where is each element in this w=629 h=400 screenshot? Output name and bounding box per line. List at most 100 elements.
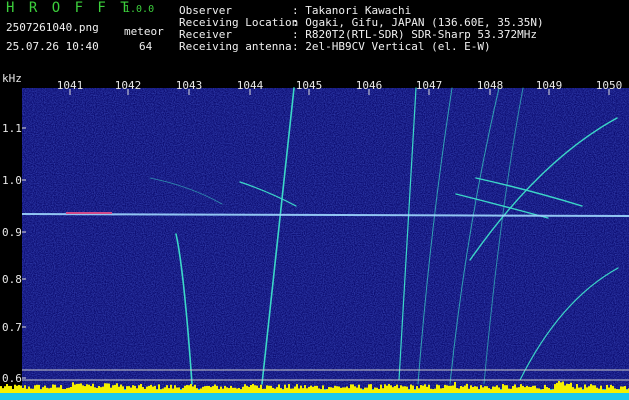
signal-level-bar: [154, 385, 156, 393]
signal-level-bar: [626, 389, 628, 393]
signal-level-bar: [158, 384, 160, 393]
signal-level-bar: [492, 386, 494, 393]
signal-level-bar: [358, 384, 360, 393]
signal-level-bar: [186, 385, 188, 393]
signal-level-bar: [414, 389, 416, 393]
signal-level-bar: [456, 388, 458, 393]
y-axis-unit: kHz: [2, 72, 22, 85]
signal-level-bar: [332, 387, 334, 393]
signal-level-bar: [338, 386, 340, 393]
signal-level-bar: [468, 388, 470, 393]
signal-level-bar: [352, 384, 354, 393]
signal-level-bar: [292, 388, 294, 393]
signal-level-bar: [38, 384, 40, 393]
signal-level-bar: [238, 388, 240, 393]
signal-level-bar: [554, 384, 556, 393]
signal-level-bar: [598, 388, 600, 393]
signal-level-bar: [218, 389, 220, 393]
signal-level-bar: [508, 388, 510, 393]
signal-level-bar: [486, 386, 488, 393]
x-tick-label: 1042: [114, 79, 142, 92]
signal-level-bar: [416, 386, 418, 393]
signal-level-bar: [342, 387, 344, 393]
signal-level-bar: [56, 387, 58, 393]
signal-level-bar: [208, 385, 210, 393]
signal-level-bar: [450, 385, 452, 393]
signal-level-bar: [612, 386, 614, 393]
y-tick-label: 0.8: [2, 273, 22, 286]
signal-level-bar: [230, 385, 232, 393]
signal-level-bar: [308, 386, 310, 393]
signal-level-bar: [466, 383, 468, 393]
signal-level-bar: [576, 384, 578, 393]
signal-level-bar: [52, 384, 54, 393]
signal-level-bar: [298, 388, 300, 393]
signal-level-bar: [382, 388, 384, 393]
signal-level-bar: [252, 383, 254, 393]
signal-level-bar: [550, 389, 552, 393]
signal-level-bar: [488, 388, 490, 393]
signal-level-bar: [132, 385, 134, 393]
signal-level-bar: [482, 387, 484, 393]
signal-level-bar: [290, 388, 292, 393]
signal-level-bar: [160, 389, 162, 393]
signal-level-bar: [104, 383, 106, 393]
signal-level-bar: [68, 387, 70, 393]
signal-level-bar: [156, 389, 158, 393]
signal-level-bar: [204, 386, 206, 393]
signal-level-bar: [144, 388, 146, 393]
signal-level-bar: [300, 385, 302, 393]
signal-level-bar: [344, 387, 346, 393]
x-tick-label: 1049: [535, 79, 563, 92]
signal-level-bar: [50, 387, 52, 393]
signal-level-bar: [522, 385, 524, 393]
signal-level-bar: [40, 389, 42, 393]
signal-level-bar: [518, 387, 520, 393]
signal-level-bar: [606, 384, 608, 393]
signal-level-bar: [142, 387, 144, 393]
signal-level-bar: [236, 388, 238, 393]
signal-level-bar: [262, 388, 264, 393]
signal-level-bar: [194, 384, 196, 393]
y-tick-label: 1.0: [2, 174, 22, 187]
signal-level-bar: [294, 386, 296, 393]
signal-level-bar: [458, 388, 460, 393]
signal-level-bar: [562, 381, 564, 393]
signal-level-bar: [318, 388, 320, 393]
signal-level-bar: [124, 389, 126, 393]
signal-level-bar: [32, 388, 34, 393]
signal-level-bar: [526, 385, 528, 393]
signal-level-bar: [390, 385, 392, 393]
signal-level-bar: [8, 385, 10, 393]
signal-level-bar: [470, 385, 472, 393]
signal-level-bar: [566, 383, 568, 393]
signal-level-bar: [162, 388, 164, 393]
signal-level-bar: [74, 384, 76, 393]
signal-level-bar: [624, 386, 626, 393]
signal-level-bar: [516, 387, 518, 393]
signal-level-bar: [460, 386, 462, 393]
signal-level-bar: [424, 384, 426, 393]
signal-level-bar: [228, 388, 230, 393]
signal-level-bar: [436, 384, 438, 393]
signal-level-bar: [136, 388, 138, 393]
signal-level-bar: [560, 382, 562, 393]
signal-level-bar: [148, 385, 150, 393]
signal-level-bar: [306, 388, 308, 393]
signal-level-bar: [296, 384, 298, 393]
signal-level-bar: [328, 387, 330, 393]
signal-level-bar: [410, 384, 412, 393]
signal-level-bar: [62, 388, 64, 393]
signal-level-bar: [276, 387, 278, 393]
signal-level-bar: [364, 387, 366, 393]
signal-level-bar: [168, 388, 170, 393]
signal-level-bar: [12, 388, 14, 393]
signal-level-bar: [618, 389, 620, 393]
signal-level-bar: [514, 384, 516, 393]
signal-level-bar: [372, 389, 374, 393]
signal-level-bar: [36, 384, 38, 393]
signal-level-bar: [10, 385, 12, 393]
signal-level-bar: [584, 384, 586, 393]
signal-level-bar: [426, 386, 428, 393]
signal-level-bar: [504, 385, 506, 393]
